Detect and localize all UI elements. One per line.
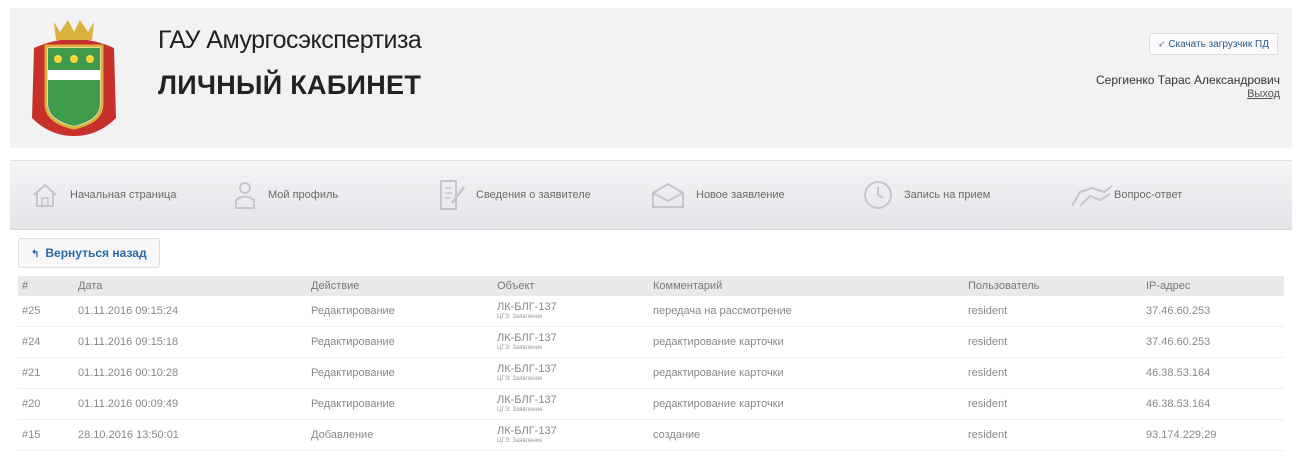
row-object-code: ЛК-БЛГ-137 — [497, 301, 557, 313]
row-object-code: ЛК-БЛГ-137 — [497, 363, 557, 375]
row-action: Редактирование — [307, 357, 493, 389]
row-object: ЛК-БЛГ-137 ЦГЭ: Заявление — [493, 357, 649, 389]
row-number: #20 — [18, 388, 74, 420]
page-title: ЛИЧНЫЙ КАБИНЕТ — [158, 70, 422, 100]
row-user: resident — [964, 388, 1142, 420]
row-number: #15 — [18, 419, 74, 451]
column-header-number: # — [18, 276, 74, 296]
organization-name: ГАУ Амургосэкспертиза — [158, 26, 422, 54]
row-action: Редактирование — [307, 296, 493, 327]
row-date: 01.11.2016 09:15:24 — [74, 296, 307, 327]
document-edit-icon — [438, 179, 466, 211]
column-header-action: Действие — [307, 276, 493, 296]
row-object: ЛК-БЛГ-137 ЦГЭ: Заявление — [493, 388, 649, 420]
row-action: Редактирование — [307, 388, 493, 420]
row-object-code: ЛК-БЛГ-137 — [497, 332, 557, 344]
row-ip: 46.38.53.164 — [1142, 388, 1284, 420]
main-navigation: Начальная страница Мой профиль Сведения … — [10, 160, 1292, 230]
row-date: 01.11.2016 00:10:28 — [74, 357, 307, 389]
row-number: #21 — [18, 357, 74, 389]
table-row: #20 01.11.2016 00:09:49 Редактирование Л… — [18, 388, 1284, 420]
back-arrow-icon: ↰ — [31, 249, 40, 260]
nav-item-home[interactable]: Начальная страница — [30, 161, 176, 229]
table-row: #21 01.11.2016 00:10:28 Редактирование Л… — [18, 357, 1284, 389]
row-object-type: ЦГЭ: Заявление — [497, 376, 543, 382]
row-object: ЛК-БЛГ-137 ЦГЭ: Заявление — [493, 326, 649, 358]
row-date: 01.11.2016 09:15:18 — [74, 326, 307, 358]
row-action: Добавление — [307, 419, 493, 451]
column-header-comment: Комментарий — [649, 276, 964, 296]
row-object-type: ЦГЭ: Заявление — [497, 438, 543, 444]
row-number: #25 — [18, 296, 74, 327]
back-button[interactable]: ↰ Вернуться назад — [18, 238, 160, 268]
back-button-label: Вернуться назад — [45, 246, 147, 260]
table-row: #24 01.11.2016 09:15:18 Редактирование Л… — [18, 326, 1284, 358]
row-user: resident — [964, 326, 1142, 358]
row-object-code: ЛК-БЛГ-137 — [497, 425, 557, 437]
column-header-date: Дата — [74, 276, 307, 296]
row-comment: редактирование карточки — [649, 388, 964, 420]
coat-of-arms-logo — [32, 20, 116, 136]
row-ip: 37.46.60.253 — [1142, 326, 1284, 358]
current-user-name: Сергиенко Тарас Александрович — [1096, 73, 1280, 87]
handshake-icon — [1070, 180, 1114, 210]
nav-item-new-application[interactable]: Новое заявление — [650, 161, 785, 229]
nav-item-applicant-info[interactable]: Сведения о заявителе — [438, 161, 591, 229]
column-header-ip: IP-адрес — [1142, 276, 1284, 296]
nav-item-applicant-info-label: Сведения о заявителе — [476, 189, 591, 201]
profile-icon — [232, 180, 258, 210]
column-header-user: Пользователь — [964, 276, 1142, 296]
row-comment: передача на рассмотрение — [649, 296, 964, 327]
envelope-icon — [650, 181, 686, 209]
nav-item-faq[interactable]: Вопрос-ответ — [1070, 161, 1182, 229]
download-icon: ➶ — [1157, 39, 1166, 49]
row-action: Редактирование — [307, 326, 493, 358]
nav-item-appointment[interactable]: Запись на прием — [862, 161, 990, 229]
table-row: #25 01.11.2016 09:15:24 Редактирование Л… — [18, 296, 1284, 327]
home-icon — [30, 180, 60, 210]
row-object: ЛК-БЛГ-137 ЦГЭ: Заявление — [493, 419, 649, 451]
table-row: #15 28.10.2016 13:50:01 Добавление ЛК-БЛ… — [18, 419, 1284, 451]
row-object-code: ЛК-БЛГ-137 — [497, 394, 557, 406]
nav-item-home-label: Начальная страница — [70, 189, 177, 201]
row-user: resident — [964, 296, 1142, 327]
row-number: #24 — [18, 326, 74, 358]
row-comment: редактирование карточки — [649, 326, 964, 358]
row-object-type: ЦГЭ: Заявление — [497, 407, 543, 413]
row-ip: 46.38.53.164 — [1142, 357, 1284, 389]
row-object: ЛК-БЛГ-137 ЦГЭ: Заявление — [493, 296, 649, 327]
row-comment: создание — [649, 419, 964, 451]
download-loader-label: Скачать загрузчик ПД — [1168, 39, 1269, 50]
nav-item-appointment-label: Запись на прием — [904, 189, 991, 201]
row-user: resident — [964, 419, 1142, 451]
column-header-object: Объект — [493, 276, 649, 296]
row-object-type: ЦГЭ: Заявление — [497, 345, 543, 351]
logout-link[interactable]: Выход — [1247, 88, 1280, 100]
clock-icon — [862, 179, 894, 211]
action-log-table: # Дата Действие Объект Комментарий Польз… — [18, 276, 1284, 451]
nav-item-new-application-label: Новое заявление — [696, 189, 785, 201]
row-ip: 37.46.60.253 — [1142, 296, 1284, 327]
table-header-row: # Дата Действие Объект Комментарий Польз… — [18, 276, 1284, 296]
nav-item-profile[interactable]: Мой профиль — [232, 161, 338, 229]
nav-item-profile-label: Мой профиль — [268, 189, 339, 201]
site-header: ГАУ Амургосэкспертиза ЛИЧНЫЙ КАБИНЕТ ➶ Ск… — [10, 8, 1292, 148]
row-object-type: ЦГЭ: Заявление — [497, 314, 543, 320]
nav-item-faq-label: Вопрос-ответ — [1114, 189, 1183, 201]
row-date: 28.10.2016 13:50:01 — [74, 419, 307, 451]
row-comment: редактирование карточки — [649, 357, 964, 389]
row-user: resident — [964, 357, 1142, 389]
row-ip: 93.174.229.29 — [1142, 419, 1284, 451]
download-loader-button[interactable]: ➶ Скачать загрузчик ПД — [1148, 33, 1278, 55]
row-date: 01.11.2016 00:09:49 — [74, 388, 307, 420]
